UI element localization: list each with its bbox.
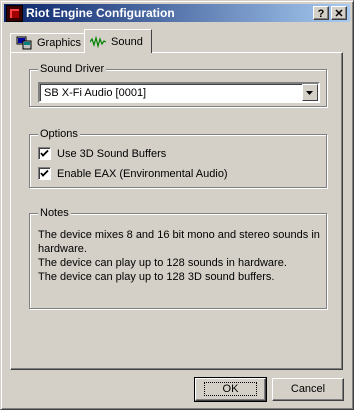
use-3d-sound-buffers-label: Use 3D Sound Buffers — [57, 147, 167, 160]
options-group: Options Use 3D Sound Buffers Enable EAX … — [29, 128, 327, 188]
sound-driver-select[interactable]: SB X-Fi Audio [0001] — [38, 82, 320, 103]
enable-eax-option[interactable]: Enable EAX (Environmental Audio) — [38, 167, 228, 180]
use-3d-sound-buffers-checkbox[interactable] — [38, 147, 51, 160]
notes-line: The device mixes 8 and 16 bit mono and s… — [38, 229, 320, 241]
cancel-button-label: Cancel — [290, 383, 326, 395]
sound-tab-panel: Sound Driver SB X-Fi Audio [0001] Option… — [10, 52, 343, 370]
enable-eax-checkbox[interactable] — [38, 167, 51, 180]
app-icon — [6, 5, 23, 22]
notes-group: Notes The device mixes 8 and 16 bit mono… — [29, 207, 327, 309]
sound-driver-value: SB X-Fi Audio [0001] — [44, 87, 147, 99]
close-button[interactable]: ✕ — [331, 6, 347, 20]
notes-line: The device can play up to 128 3D sound b… — [38, 271, 275, 283]
checkmark-icon — [40, 169, 49, 177]
sound-driver-group: Sound Driver SB X-Fi Audio [0001] — [29, 63, 327, 107]
enable-eax-label: Enable EAX (Environmental Audio) — [57, 167, 228, 180]
notes-line: The device can play up to 128 sounds in … — [38, 257, 287, 269]
tab-graphics-label: Graphics — [37, 37, 82, 49]
cancel-button[interactable]: Cancel — [272, 378, 344, 401]
tab-sound-label: Sound — [111, 35, 143, 48]
dropdown-arrow-button[interactable] — [302, 84, 318, 101]
chevron-down-icon — [306, 91, 313, 95]
notes-line: hardware. — [38, 243, 87, 255]
tab-graphics[interactable]: Graphics — [10, 33, 86, 53]
options-legend: Options — [38, 128, 80, 140]
checkmark-icon — [40, 149, 49, 157]
window-title: Riot Engine Configuration — [26, 6, 175, 20]
use-3d-sound-buffers-option[interactable]: Use 3D Sound Buffers — [38, 147, 166, 160]
notes-text: The device mixes 8 and 16 bit mono and s… — [38, 228, 320, 284]
ok-button-label: OK — [203, 382, 258, 396]
sound-wave-icon — [89, 35, 107, 49]
notes-legend: Notes — [38, 207, 71, 219]
tab-sound[interactable]: Sound — [84, 29, 152, 53]
sound-driver-legend: Sound Driver — [38, 63, 107, 75]
title-bar[interactable]: Riot Engine Configuration ? ✕ — [4, 4, 350, 22]
ok-button[interactable]: OK — [194, 377, 267, 402]
graphics-icon — [16, 36, 32, 50]
help-button[interactable]: ? — [313, 6, 329, 20]
